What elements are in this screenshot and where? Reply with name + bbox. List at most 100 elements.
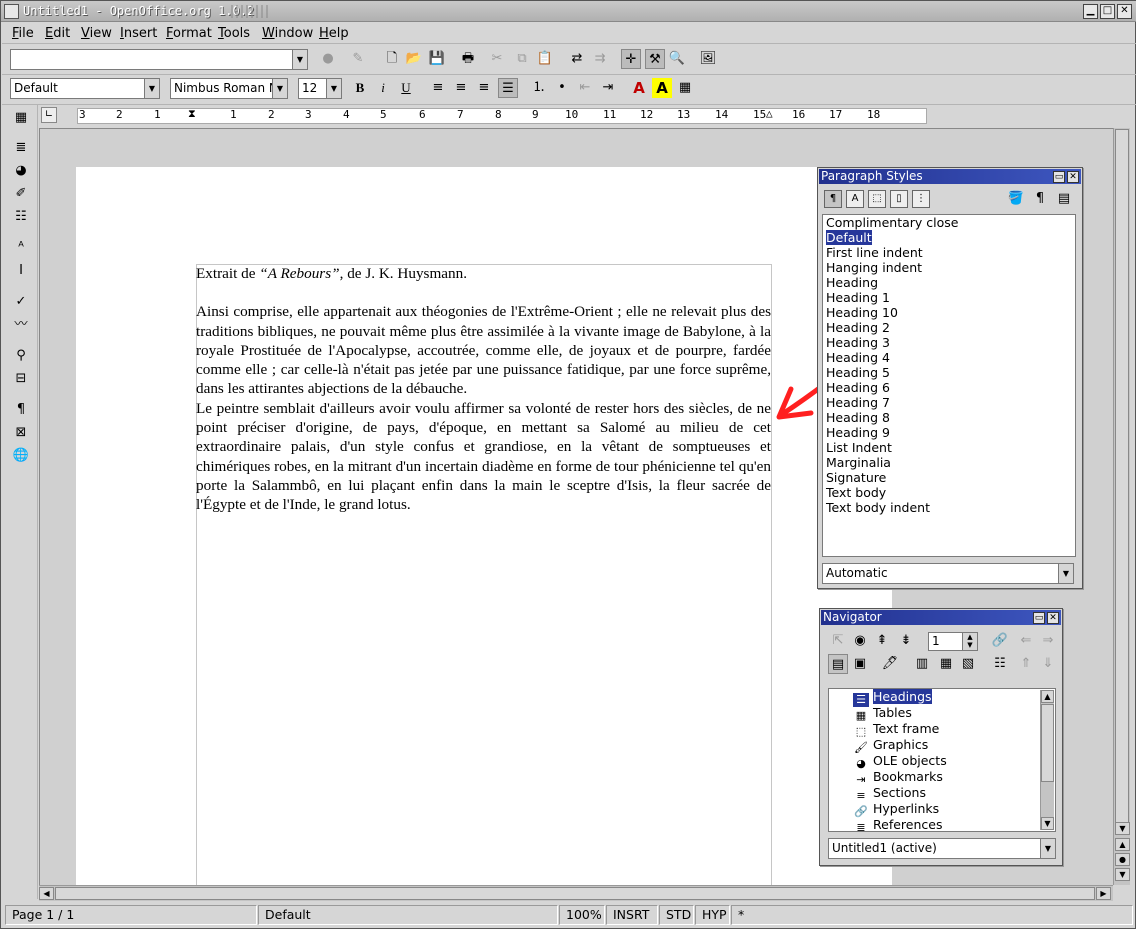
next-icon[interactable]: ⇟: [896, 631, 916, 651]
print-icon[interactable]: 🖶: [458, 49, 478, 69]
scroll-right-button[interactable]: ▶: [1096, 887, 1111, 900]
style-list-item[interactable]: Marginalia: [823, 455, 1075, 470]
align-center-icon[interactable]: ≡: [451, 78, 471, 98]
stop-icon[interactable]: ●: [318, 49, 338, 69]
justify-icon[interactable]: ☰: [498, 78, 518, 98]
horizontal-ruler[interactable]: ∟ 3 2 1 ⧗ 1 2 3 4 5 6 7 8 9 10 11 12 13 …: [39, 105, 1113, 127]
promote-level-icon[interactable]: ⇐: [1016, 631, 1036, 651]
navigator-tree-item[interactable]: 🔗 Hyperlinks: [829, 801, 1055, 818]
style-list-item[interactable]: First line indent: [823, 245, 1075, 260]
horizontal-scroll-thumb[interactable]: [55, 887, 1095, 900]
insert-object-icon[interactable]: ◕: [11, 161, 31, 181]
find-replace-icon[interactable]: ⚲: [11, 346, 31, 366]
style-list-item[interactable]: Heading 6: [823, 380, 1075, 395]
anchor-text-icon[interactable]: ▧: [958, 654, 978, 674]
style-list-item[interactable]: Heading: [823, 275, 1075, 290]
menu-help[interactable]: Help: [314, 23, 354, 44]
left-indent-marker[interactable]: ⧗: [188, 107, 196, 121]
underline-button[interactable]: U: [396, 78, 416, 98]
font-color-button[interactable]: A: [629, 78, 649, 98]
scroll-down-button[interactable]: ▼: [1115, 822, 1130, 835]
update-style-icon[interactable]: ▤: [1054, 189, 1074, 209]
copy-icon[interactable]: ⧉: [512, 49, 532, 69]
nav-scroll-down-button[interactable]: ▼: [1041, 817, 1054, 830]
undo-icon[interactable]: ⇄: [567, 49, 587, 69]
font-size-combo[interactable]: 12 ▼: [298, 78, 342, 99]
navigator-close-button[interactable]: ✕: [1047, 612, 1059, 624]
navigation-icon[interactable]: ◉: [850, 631, 870, 651]
menu-window[interactable]: Window: [257, 23, 318, 44]
character-styles-icon[interactable]: A: [846, 190, 864, 208]
frame-styles-icon[interactable]: ⬚: [868, 190, 886, 208]
navigator-tree-item[interactable]: ≣ References: [829, 817, 1055, 834]
style-list-item[interactable]: Heading 1: [823, 290, 1075, 305]
style-list-item[interactable]: Text body indent: [823, 500, 1075, 515]
stepper-arrows-icon[interactable]: ▲ ▼: [962, 633, 977, 650]
style-list-item[interactable]: Default: [823, 230, 1075, 245]
page-number-stepper[interactable]: 1 ▲ ▼: [928, 632, 978, 651]
font-name-combo[interactable]: Nimbus Roman No9 L▼: [170, 78, 288, 99]
style-list-item[interactable]: Heading 2: [823, 320, 1075, 335]
chevron-down-icon[interactable]: ▼: [1058, 564, 1073, 583]
style-list-item[interactable]: Complimentary close: [823, 215, 1075, 230]
bold-button[interactable]: B: [350, 78, 370, 98]
online-layout-icon[interactable]: 🌐: [11, 446, 31, 466]
status-hyperlink-mode[interactable]: HYP: [695, 905, 730, 925]
auto-spellcheck-icon[interactable]: 〰: [11, 315, 31, 335]
numbering-icon[interactable]: ⒈: [529, 78, 549, 98]
doc-title-line[interactable]: Extrait de “A Rebours”, de J. K. Huysman…: [196, 264, 771, 283]
status-insert-mode[interactable]: INSRT: [606, 905, 658, 925]
chevron-down-icon[interactable]: ▼: [144, 79, 159, 98]
stylist-title[interactable]: Paragraph Styles ▭ ✕: [819, 169, 1081, 184]
status-zoom[interactable]: 100%: [559, 905, 605, 925]
chevron-down-icon[interactable]: ▼: [326, 79, 341, 98]
bullets-icon[interactable]: •: [552, 78, 572, 98]
style-list-item[interactable]: Heading 7: [823, 395, 1075, 410]
navigator-tree-item[interactable]: ◕ OLE objects: [829, 753, 1055, 770]
style-list-item[interactable]: List Indent: [823, 440, 1075, 455]
insert-fields-icon[interactable]: ≣: [11, 138, 31, 158]
menu-format[interactable]: Format: [161, 23, 217, 44]
maximize-button[interactable]: □: [1100, 4, 1115, 19]
cut-icon[interactable]: ✂: [487, 49, 507, 69]
document-select-combo[interactable]: Untitled1 (active) ▼: [828, 838, 1056, 859]
edit-file-icon[interactable]: ✎: [348, 49, 368, 69]
content-navigation-icon[interactable]: ▣: [850, 654, 870, 674]
graphics-off-icon[interactable]: ⊠: [11, 423, 31, 443]
status-selection-mode[interactable]: STD: [659, 905, 694, 925]
status-style[interactable]: Default: [258, 905, 558, 925]
style-filter-combo[interactable]: Automatic ▼: [822, 563, 1074, 584]
style-list-item[interactable]: Heading 3: [823, 335, 1075, 350]
navigator-toggle-icon[interactable]: ✛: [621, 49, 641, 69]
text-cursor-icon[interactable]: I: [11, 261, 31, 281]
style-list-item[interactable]: Heading 9: [823, 425, 1075, 440]
list-box-icon[interactable]: ▤: [828, 654, 848, 674]
url-combo[interactable]: ▼: [10, 49, 308, 70]
next-page-button[interactable]: ▼: [1115, 868, 1130, 881]
demote-chapter-icon[interactable]: ⇓: [1038, 654, 1058, 674]
navigation-button[interactable]: ●: [1115, 853, 1130, 866]
header-icon[interactable]: ▥: [912, 654, 932, 674]
text-direction-icon[interactable]: ᴬ: [11, 238, 31, 258]
paragraph-style-list[interactable]: Complimentary close Default First line ind…: [822, 214, 1076, 557]
new-document-icon[interactable]: 🗋: [382, 49, 402, 69]
background-color-icon[interactable]: ▦: [675, 78, 695, 98]
style-list-item[interactable]: Hanging indent: [823, 260, 1075, 275]
footer-icon[interactable]: ▦: [936, 654, 956, 674]
decrease-indent-icon[interactable]: ⇤: [575, 78, 595, 98]
nav-scroll-up-button[interactable]: ▲: [1041, 690, 1054, 703]
menu-insert[interactable]: Insert: [115, 23, 162, 44]
fill-format-icon[interactable]: 🪣: [1006, 189, 1026, 209]
insert-table-icon[interactable]: ▦: [11, 108, 31, 128]
page-styles-icon[interactable]: ▯: [890, 190, 908, 208]
align-right-icon[interactable]: ≡: [474, 78, 494, 98]
align-left-icon[interactable]: ≡: [428, 78, 448, 98]
increase-indent-icon[interactable]: ⇥: [598, 78, 618, 98]
style-list-item[interactable]: Heading 5: [823, 365, 1075, 380]
minimize-button[interactable]: ▁: [1083, 4, 1098, 19]
previous-page-button[interactable]: ▲: [1115, 838, 1130, 851]
navigator-restore-button[interactable]: ▭: [1033, 612, 1045, 624]
data-sources-icon[interactable]: ⊟: [11, 369, 31, 389]
navigator-tree-item[interactable]: ⬚ Text frame: [829, 721, 1055, 738]
gallery-icon[interactable]: 🖼: [698, 49, 718, 69]
